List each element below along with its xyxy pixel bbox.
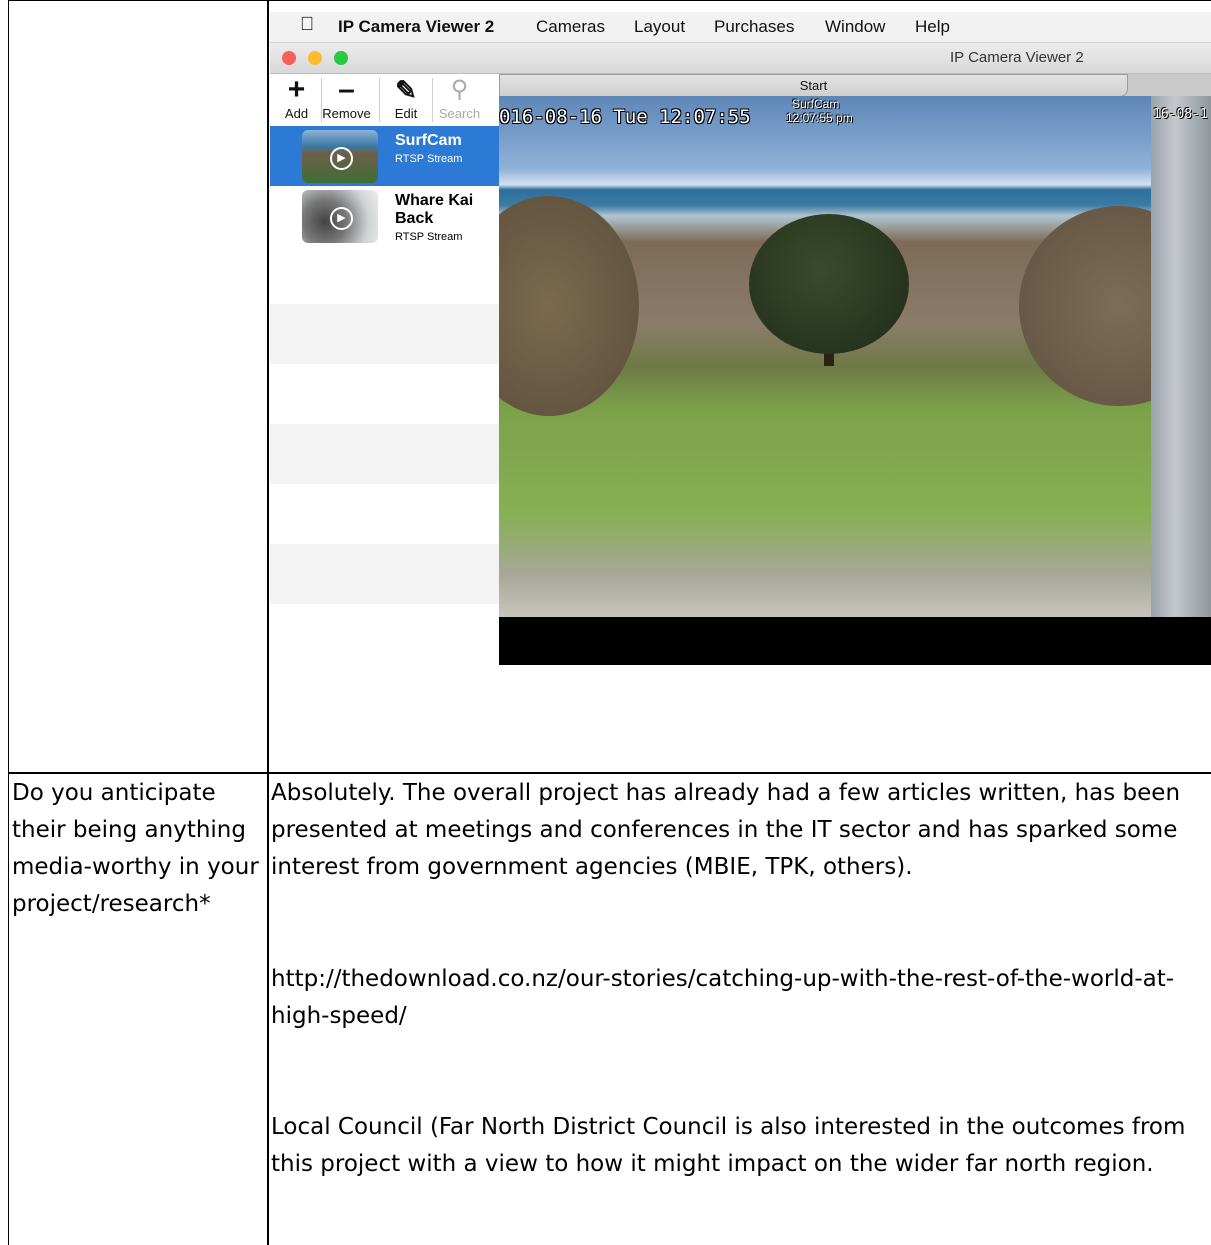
add-button[interactable]: + Add — [272, 74, 321, 126]
window-title: IP Camera Viewer 2 — [950, 49, 1084, 66]
video-dune — [1019, 206, 1151, 406]
video-tree — [749, 214, 909, 354]
question-cell: Do you anticipate their being anything m… — [12, 780, 259, 917]
tab-bar: Start — [499, 74, 1211, 97]
answer-paragraph-council: Local Council (Far North District Counci… — [271, 1114, 1186, 1177]
menu-window[interactable]: Window — [825, 17, 885, 37]
pencil-icon: ✎ — [395, 75, 417, 105]
menu-layout[interactable]: Layout — [634, 17, 685, 37]
table-top-border — [8, 0, 1211, 1]
table-left-border — [8, 0, 9, 1245]
menu-purchases[interactable]: Purchases — [714, 17, 794, 37]
camera-type: RTSP Stream — [395, 153, 463, 165]
video-overlay-name: SurfCam — [792, 97, 840, 111]
search-icon: ⚲ — [450, 76, 469, 103]
empty-list-row — [270, 544, 499, 604]
answer-link[interactable]: http://thedownload.co.nz/our-stories/cat… — [271, 961, 1206, 1035]
mac-menubar:  IP Camera Viewer 2 Cameras Layout Purc… — [270, 12, 1211, 43]
table-row-divider — [8, 772, 1211, 774]
camera-name: SurfCam — [395, 132, 462, 149]
play-icon[interactable]: ▶ — [330, 207, 353, 230]
search-button[interactable]: ⚲ Search — [433, 74, 486, 126]
minimize-button[interactable] — [308, 51, 322, 65]
search-label: Search — [438, 106, 481, 121]
add-label: Add — [284, 106, 309, 121]
camera-name: Whare Kai Back — [395, 192, 474, 227]
video-overlay-time: 12:07:55 pm — [786, 111, 853, 125]
play-icon[interactable]: ▶ — [330, 147, 353, 170]
remove-label: Remove — [322, 106, 371, 121]
answer-paragraph: Absolutely. The overall project has alre… — [271, 780, 1181, 880]
camera-thumbnail: ▶ — [302, 190, 378, 243]
video-letterbox — [499, 617, 1211, 665]
empty-list-row — [270, 424, 499, 484]
window-titlebar[interactable]: IP Camera Viewer 2 — [270, 43, 1211, 74]
tab-start[interactable]: Start — [499, 74, 1128, 97]
camera-list-item[interactable]: ▶ SurfCam RTSP Stream — [270, 126, 499, 186]
camera-thumbnail: ▶ — [302, 130, 378, 183]
second-video-timestamp: 16-08-1 — [1153, 107, 1208, 122]
video-timestamp: 016-08-16 Tue 12:07:55 — [499, 106, 751, 128]
remove-button[interactable]: – Remove — [322, 74, 371, 126]
zoom-button[interactable] — [334, 51, 348, 65]
embedded-screenshot:  IP Camera Viewer 2 Cameras Layout Purc… — [270, 12, 1211, 665]
second-camera-feed[interactable]: 16-08-1 — [1151, 96, 1211, 617]
apple-icon[interactable]:  — [300, 14, 314, 36]
plus-icon: + — [287, 73, 306, 106]
video-dune — [499, 196, 639, 416]
camera-sidebar: + Add – Remove ✎ Edit ⚲ Search ▶ SurfCam… — [270, 74, 500, 665]
camera-video-feed[interactable]: 016-08-16 Tue 12:07:55 SurfCam 12:07:55 … — [499, 96, 1151, 617]
table-column-divider — [267, 0, 269, 1245]
menu-help[interactable]: Help — [915, 17, 950, 37]
menu-app-name[interactable]: IP Camera Viewer 2 — [338, 17, 494, 37]
close-button[interactable] — [282, 51, 296, 65]
camera-list-item[interactable]: ▶ Whare Kai Back RTSP Stream — [270, 186, 499, 246]
menu-cameras[interactable]: Cameras — [536, 17, 605, 37]
empty-list-row — [270, 304, 499, 364]
camera-type: RTSP Stream — [395, 231, 463, 243]
minus-icon: – — [338, 73, 355, 106]
edit-button[interactable]: ✎ Edit — [380, 74, 432, 126]
edit-label: Edit — [394, 106, 418, 121]
